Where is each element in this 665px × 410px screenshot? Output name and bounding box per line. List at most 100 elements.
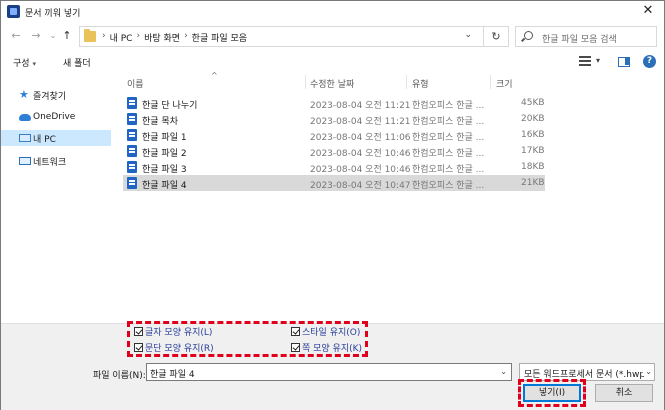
search-icon	[524, 31, 533, 40]
column-divider[interactable]	[406, 75, 407, 89]
hwp-file-icon	[127, 97, 137, 109]
column-header-label: 이름	[127, 80, 144, 90]
navigation-bar: ← → ⌄ ↑ › 내 PC › 바탕 화면 › 한글 파일 모음 ⌄ ↻ 한글…	[1, 23, 664, 51]
column-header-type[interactable]: 유형	[412, 77, 429, 90]
hwp-app-icon	[7, 5, 20, 18]
column-header-name[interactable]: 이름	[127, 77, 144, 90]
checkbox-checked-icon	[291, 343, 300, 352]
column-header-size[interactable]: 크기	[496, 77, 513, 90]
file-size: 20KB	[521, 114, 545, 124]
file-row[interactable]: 한글 목차 2023-08-04 오전 11:21 한컴오피스 한글 ... 2…	[123, 111, 545, 127]
file-type: 한컴오피스 한글 ...	[412, 165, 485, 175]
file-type: 한컴오피스 한글 ...	[412, 149, 485, 159]
hwp-file-icon	[127, 129, 137, 141]
file-name: 한글 파일 3	[142, 165, 187, 175]
file-name: 한글 파일 4	[142, 181, 187, 191]
file-date: 2023-08-04 오전 11:21	[310, 101, 411, 111]
close-icon[interactable]: ✕	[640, 3, 656, 19]
view-options-icon[interactable]	[579, 56, 591, 67]
network-icon	[19, 157, 31, 165]
star-icon: ★	[19, 88, 29, 101]
file-date: 2023-08-04 오전 11:21	[310, 117, 411, 127]
filename-value: 한글 파일 4	[150, 370, 195, 380]
file-row[interactable]: 한글 파일 1 2023-08-04 오전 11:06 한컴오피스 한글 ...…	[123, 127, 545, 143]
breadcrumb-item-pc[interactable]: 내 PC	[110, 31, 133, 44]
cancel-button[interactable]: 취소	[595, 384, 653, 402]
keep-para-shape-label: 문단 모양 유지(R)	[145, 344, 214, 354]
pc-icon	[19, 134, 31, 142]
keep-page-shape-checkbox[interactable]: 쪽 모양 유지(K)	[291, 341, 362, 354]
sidebar-item-network[interactable]: 네트워크	[1, 153, 111, 169]
recent-dropdown-icon[interactable]: ⌄	[46, 29, 60, 43]
keep-style-checkbox[interactable]: 스타일 유지(O)	[291, 325, 360, 338]
search-placeholder: 한글 파일 모음 검색	[542, 35, 617, 45]
file-row[interactable]: 한글 파일 3 2023-08-04 오전 10:46 한컴오피스 한글 ...…	[123, 159, 545, 175]
folder-icon	[84, 29, 96, 42]
forward-arrow-icon[interactable]: →	[29, 29, 43, 43]
file-date: 2023-08-04 오전 10:46	[310, 149, 411, 159]
file-list: 이름 ^ 수정한 날짜 유형 크기 한글 단 나누기 2023-08-04 오전…	[117, 71, 547, 323]
filename-label: 파일 이름(N):	[93, 371, 146, 381]
view-dropdown-icon[interactable]: ▾	[596, 56, 600, 65]
checkbox-checked-icon	[134, 327, 143, 336]
file-size: 17KB	[521, 146, 545, 156]
help-icon[interactable]: ?	[643, 55, 656, 68]
hwp-file-icon	[127, 145, 137, 157]
file-date: 2023-08-04 오전 11:06	[310, 133, 411, 143]
sidebar-item-label: 네트워크	[33, 157, 67, 168]
sidebar-item-label: 즐겨찾기	[33, 91, 67, 102]
column-header-date[interactable]: 수정한 날짜	[310, 77, 354, 90]
keep-para-shape-checkbox[interactable]: 문단 모양 유지(R)	[134, 341, 214, 354]
file-name: 한글 파일 2	[142, 149, 187, 159]
breadcrumb-separator-icon: ›	[136, 31, 141, 41]
file-name: 한글 단 나누기	[142, 101, 198, 111]
column-divider[interactable]	[490, 75, 491, 89]
breadcrumb-item-folder[interactable]: 한글 파일 모음	[192, 31, 247, 44]
keep-char-shape-checkbox[interactable]: 글자 모양 유지(L)	[134, 325, 212, 338]
file-row[interactable]: 한글 파일 2 2023-08-04 오전 10:46 한컴오피스 한글 ...…	[123, 143, 545, 159]
sidebar-item-quick-access[interactable]: ★ 즐겨찾기	[1, 87, 111, 103]
chevron-down-icon[interactable]: ⌄	[500, 367, 507, 376]
breadcrumb-separator-icon: ›	[102, 31, 106, 41]
sort-ascending-icon: ^	[211, 71, 218, 80]
cloud-icon	[19, 114, 31, 121]
sidebar-item-this-pc[interactable]: 내 PC	[1, 130, 111, 146]
hwp-file-icon	[127, 177, 137, 189]
file-type: 한컴오피스 한글 ...	[412, 133, 485, 143]
filename-field[interactable]: 한글 파일 4 ⌄	[146, 363, 512, 381]
file-row-selected[interactable]: 한글 파일 4 2023-08-04 오전 10:47 한컴오피스 한글 ...…	[123, 175, 545, 191]
file-name: 한글 목차	[142, 117, 178, 127]
file-size: 16KB	[521, 130, 545, 140]
file-date: 2023-08-04 오전 10:46	[310, 165, 411, 175]
preview-pane-icon[interactable]	[618, 57, 630, 67]
refresh-button[interactable]: ↻	[483, 26, 509, 47]
breadcrumb-item-desktop[interactable]: 바탕 화면	[144, 31, 180, 44]
toolbar: 구성 ▾ 새 폴더 ▾ ?	[1, 51, 664, 73]
organize-button[interactable]: 구성 ▾	[13, 56, 36, 69]
chevron-down-icon[interactable]: ⌄	[464, 30, 472, 40]
checkbox-checked-icon	[291, 327, 300, 336]
back-arrow-icon[interactable]: ←	[9, 29, 23, 43]
organize-dropdown-icon: ▾	[32, 60, 36, 68]
file-size: 45KB	[521, 98, 545, 108]
title-bar: 문서 끼워 넣기 ✕	[1, 1, 664, 23]
file-type: 한컴오피스 한글 ...	[412, 117, 485, 127]
breadcrumb-separator-icon: ›	[184, 31, 188, 41]
insert-button[interactable]: 넣기(I)	[523, 384, 581, 402]
new-folder-button[interactable]: 새 폴더	[63, 56, 91, 69]
file-type: 한컴오피스 한글 ...	[412, 101, 485, 111]
column-divider[interactable]	[305, 75, 306, 89]
file-type: 한컴오피스 한글 ...	[412, 181, 485, 191]
file-row[interactable]: 한글 단 나누기 2023-08-04 오전 11:21 한컴오피스 한글 ..…	[123, 95, 545, 111]
file-size: 18KB	[521, 162, 545, 172]
search-input[interactable]: 한글 파일 모음 검색	[515, 26, 657, 47]
sidebar-item-label: OneDrive	[33, 112, 76, 122]
navigation-pane: ★ 즐겨찾기 OneDrive 내 PC 네트워크	[1, 73, 113, 323]
hwp-file-icon	[127, 113, 137, 125]
file-name: 한글 파일 1	[142, 133, 187, 143]
keep-page-shape-label: 쪽 모양 유지(K)	[302, 344, 363, 354]
up-arrow-icon[interactable]: ↑	[60, 29, 74, 43]
address-bar[interactable]: › 내 PC › 바탕 화면 › 한글 파일 모음 ⌄	[79, 26, 509, 47]
sidebar-item-onedrive[interactable]: OneDrive	[1, 109, 111, 125]
keep-style-label: 스타일 유지(O)	[302, 328, 361, 338]
